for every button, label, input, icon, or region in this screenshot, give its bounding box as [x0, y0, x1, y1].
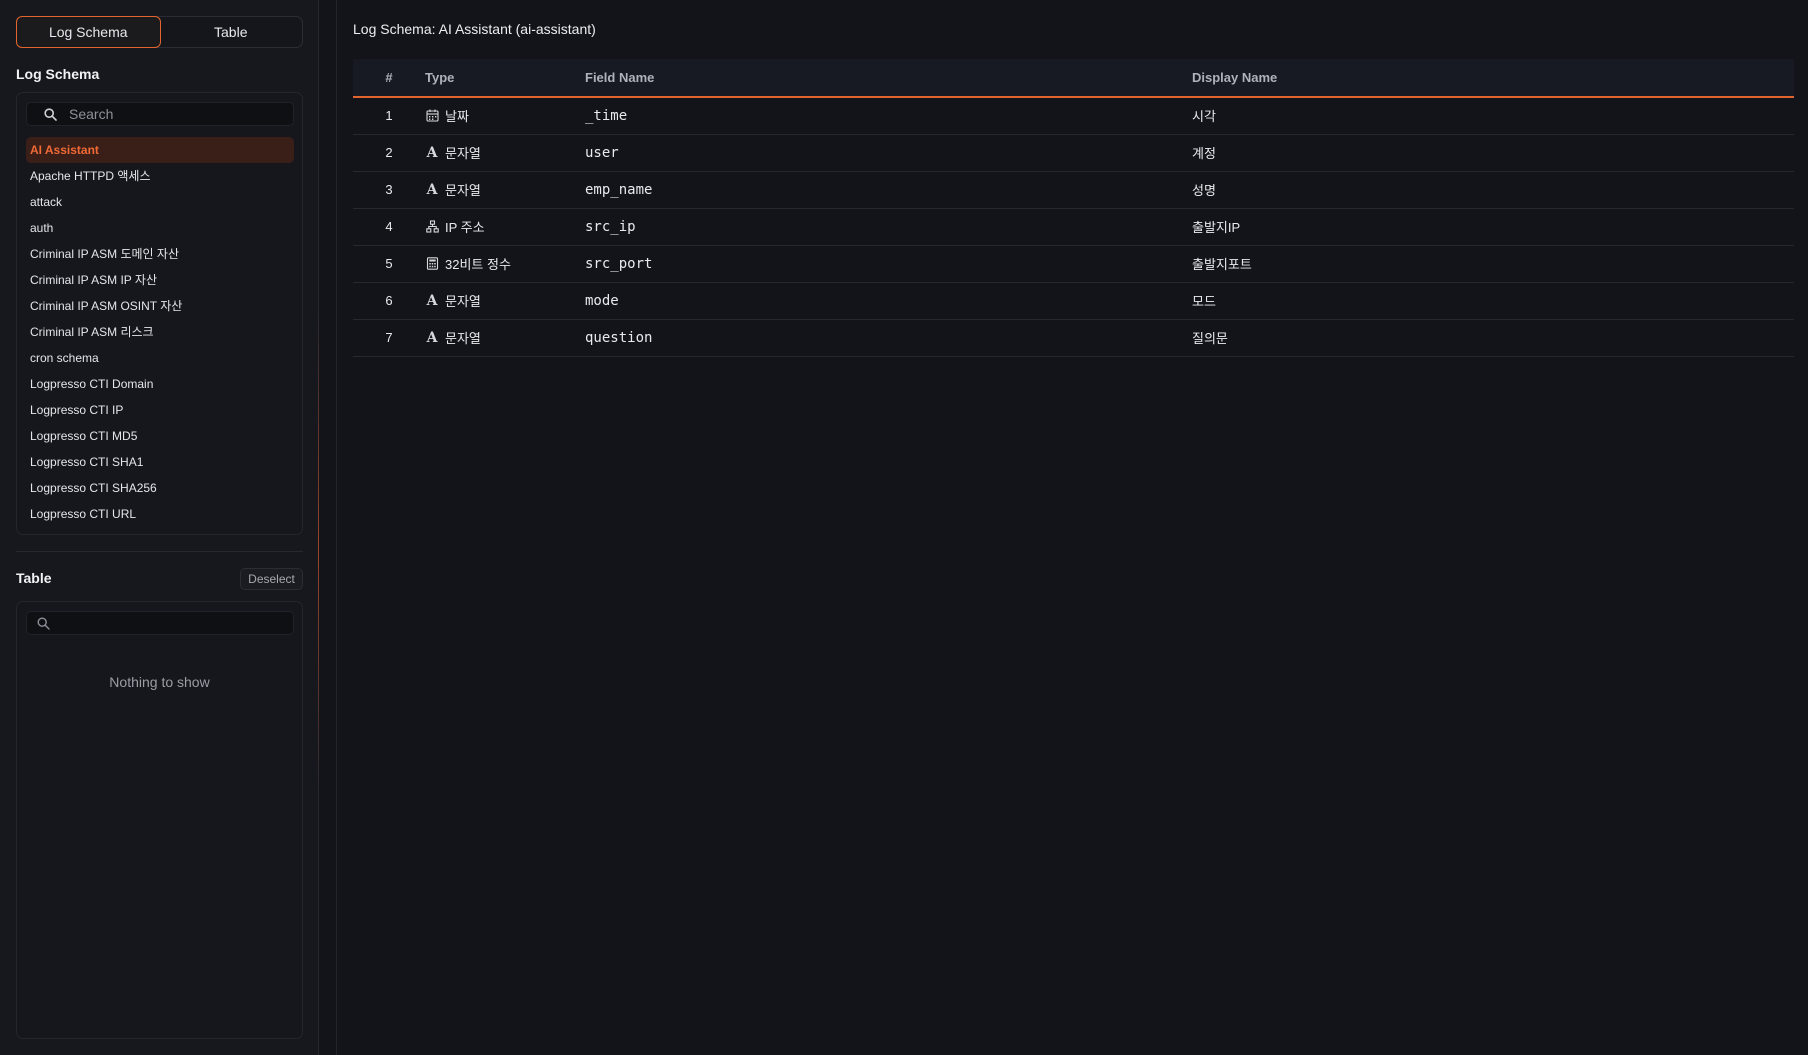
row-number: 3	[385, 182, 393, 197]
table-search-input[interactable]	[62, 615, 262, 631]
row-number: 4	[385, 219, 393, 234]
display-name: 계정	[1192, 146, 1216, 161]
schema-item-cron-schema[interactable]: cron schema	[26, 345, 294, 371]
log-schema-panel: AI Assistant Apache HTTPD 액세스 attack aut…	[16, 92, 303, 535]
row-number: 6	[385, 293, 393, 308]
tab-table[interactable]: Table	[160, 17, 303, 47]
schema-item-criminal-ip-osint[interactable]: Criminal IP ASM OSINT 자산	[26, 293, 294, 319]
schema-item-ai-assistant[interactable]: AI Assistant	[26, 137, 294, 163]
schema-item-attack[interactable]: attack	[26, 189, 294, 215]
calendar-icon	[425, 109, 439, 123]
row-number: 5	[385, 256, 393, 271]
text-type-icon: A	[426, 292, 438, 309]
search-icon	[43, 107, 57, 121]
page-title: Log Schema: AI Assistant (ai-assistant)	[353, 21, 596, 37]
field-name: _time	[585, 107, 628, 124]
schema-item-cti-url[interactable]: Logpresso CTI URL	[26, 501, 294, 527]
schema-item-cti-md5[interactable]: Logpresso CTI MD5	[26, 423, 294, 449]
display-name: 성명	[1192, 183, 1216, 198]
field-name: user	[585, 144, 619, 161]
field-type-label: 문자열	[445, 294, 481, 309]
schema-list: AI Assistant Apache HTTPD 액세스 attack aut…	[26, 137, 294, 527]
display-name: 출발지IP	[1192, 220, 1241, 235]
schema-item-cti-domain[interactable]: Logpresso CTI Domain	[26, 371, 294, 397]
field-type-label: 32비트 정수	[445, 257, 511, 272]
row-number: 7	[385, 330, 393, 345]
row-number: 2	[385, 145, 393, 160]
text-type-icon: A	[426, 181, 438, 198]
column-header-field-name[interactable]: Field Name	[585, 59, 1192, 97]
table-row[interactable]: 6 A 문자열 mode 모드	[353, 282, 1794, 319]
column-header-number[interactable]: #	[353, 59, 425, 97]
schema-item-criminal-ip-risk[interactable]: Criminal IP ASM 리스크	[26, 319, 294, 345]
calculator-icon	[425, 257, 439, 271]
main-content: Log Schema: AI Assistant (ai-assistant) …	[336, 0, 1808, 1055]
text-type-icon: A	[426, 144, 438, 161]
schema-search-input[interactable]	[69, 106, 269, 122]
table-row[interactable]: 5 32비트 정수 src_port 출발지포트	[353, 245, 1794, 282]
display-name: 출발지포트	[1192, 257, 1252, 272]
schema-item-cti-sha1[interactable]: Logpresso CTI SHA1	[26, 449, 294, 475]
schema-fields-table: # Type Field Name Display Name 1 날짜 _tim…	[353, 59, 1794, 357]
schema-item-criminal-ip-domain[interactable]: Criminal IP ASM 도메인 자산	[26, 241, 294, 267]
field-type-label: IP 주소	[445, 220, 485, 235]
display-name: 모드	[1192, 294, 1216, 309]
empty-state-text: Nothing to show	[109, 674, 210, 690]
schema-item-cti-ip[interactable]: Logpresso CTI IP	[26, 397, 294, 423]
tab-log-schema[interactable]: Log Schema	[16, 16, 161, 48]
schema-item-criminal-ip-ip[interactable]: Criminal IP ASM IP 자산	[26, 267, 294, 293]
log-schema-section-title: Log Schema	[16, 66, 100, 82]
table-panel: Nothing to show	[16, 601, 303, 1039]
field-type-label: 문자열	[445, 183, 481, 198]
field-type-label: 문자열	[445, 331, 481, 346]
display-name: 시각	[1192, 109, 1216, 125]
row-number: 1	[385, 108, 393, 124]
field-name: src_ip	[585, 218, 636, 235]
field-type-label: 날짜	[445, 109, 469, 125]
mode-tabs: Log Schema Table	[16, 16, 303, 48]
search-icon	[36, 616, 50, 630]
field-type-label: 문자열	[445, 146, 481, 161]
network-icon	[425, 220, 439, 234]
table-row[interactable]: 2 A 문자열 user 계정	[353, 134, 1794, 171]
field-name: question	[585, 329, 653, 346]
text-type-icon: A	[426, 329, 438, 346]
schema-search-box	[26, 102, 294, 126]
column-header-display-name[interactable]: Display Name	[1192, 59, 1794, 97]
table-section-title: Table	[16, 570, 52, 586]
table-row[interactable]: 1 날짜 _time 시각	[353, 97, 1794, 134]
schema-item-apache-httpd[interactable]: Apache HTTPD 액세스	[26, 163, 294, 189]
schema-item-auth[interactable]: auth	[26, 215, 294, 241]
column-header-type[interactable]: Type	[425, 59, 585, 97]
table-search-box	[26, 611, 294, 635]
section-divider	[16, 551, 303, 552]
field-name: mode	[585, 292, 619, 309]
field-name: emp_name	[585, 181, 653, 198]
sidebar: Log Schema Table Log Schema AI Assistant…	[0, 0, 319, 1055]
table-row[interactable]: 3 A 문자열 emp_name 성명	[353, 171, 1794, 208]
table-row[interactable]: 4 IP 주소 src_ip 출발지IP	[353, 208, 1794, 245]
field-name: src_port	[585, 255, 653, 272]
deselect-button[interactable]: Deselect	[240, 568, 303, 590]
schema-item-cti-sha256[interactable]: Logpresso CTI SHA256	[26, 475, 294, 501]
table-header-row: # Type Field Name Display Name	[353, 59, 1794, 97]
display-name: 질의문	[1192, 331, 1228, 346]
table-row[interactable]: 7 A 문자열 question 질의문	[353, 319, 1794, 356]
